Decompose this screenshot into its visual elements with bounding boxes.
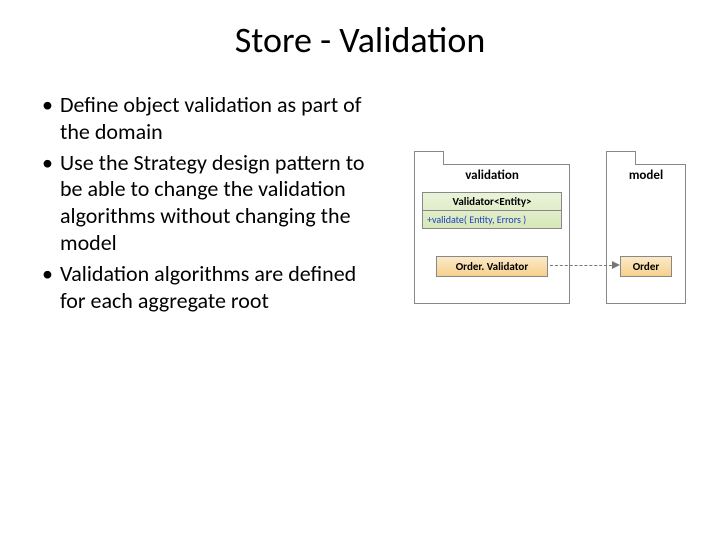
class-operation: +validate( Entity, Errors ) (423, 211, 561, 228)
dependency-arrowhead (612, 261, 620, 269)
class-validator: Validator<Entity> +validate( Entity, Err… (422, 192, 562, 229)
package-model: model (606, 164, 686, 304)
package-label: model (607, 165, 685, 187)
class-name: Order (621, 257, 671, 276)
bullet-item: Use the Strategy design pattern to be ab… (42, 150, 372, 257)
slide-title: Store - Validation (0, 18, 720, 62)
dependency-line (550, 265, 612, 266)
class-order: Order (620, 256, 672, 277)
bullet-item: Validation algorithms are defined for ea… (42, 261, 372, 315)
class-order-validator: Order. Validator (436, 256, 548, 277)
class-name: Order. Validator (437, 257, 547, 276)
bullet-list: Define object validation as part of the … (42, 92, 372, 352)
package-label: validation (415, 165, 569, 187)
package-tab (414, 151, 444, 165)
uml-diagram: validation model Validator<Entity> +vali… (372, 92, 692, 352)
class-name: Validator<Entity> (423, 193, 561, 211)
package-validation: validation (414, 164, 570, 304)
bullet-item: Define object validation as part of the … (42, 92, 372, 146)
content-row: Define object validation as part of the … (0, 92, 720, 352)
package-tab (606, 151, 636, 165)
